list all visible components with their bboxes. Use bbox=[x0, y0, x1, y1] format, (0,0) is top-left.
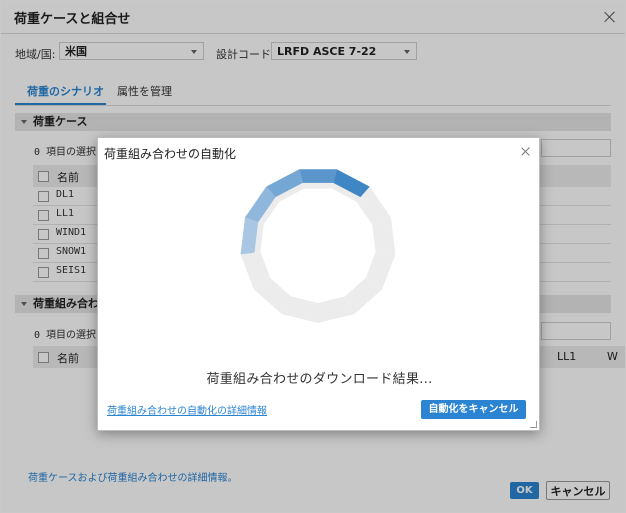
cancel-automation-button[interactable]: 自動化をキャンセル bbox=[421, 400, 526, 419]
progress-message: 荷重組み合わせのダウンロード結果... bbox=[206, 372, 433, 387]
loading-spinner-icon bbox=[240, 169, 396, 323]
close-icon[interactable] bbox=[520, 146, 531, 157]
resize-grip-icon[interactable] bbox=[530, 421, 537, 428]
spinner-active-segment bbox=[299, 169, 337, 183]
automation-progress-modal: 荷重組み合わせの自動化 荷重組み合わせのダウンロード結果... 荷重組み合わせの… bbox=[97, 137, 540, 431]
modal-title: 荷重組み合わせの自動化 bbox=[104, 147, 237, 161]
automation-details-link[interactable]: 荷重組み合わせの自動化の詳細情報 bbox=[107, 402, 267, 417]
